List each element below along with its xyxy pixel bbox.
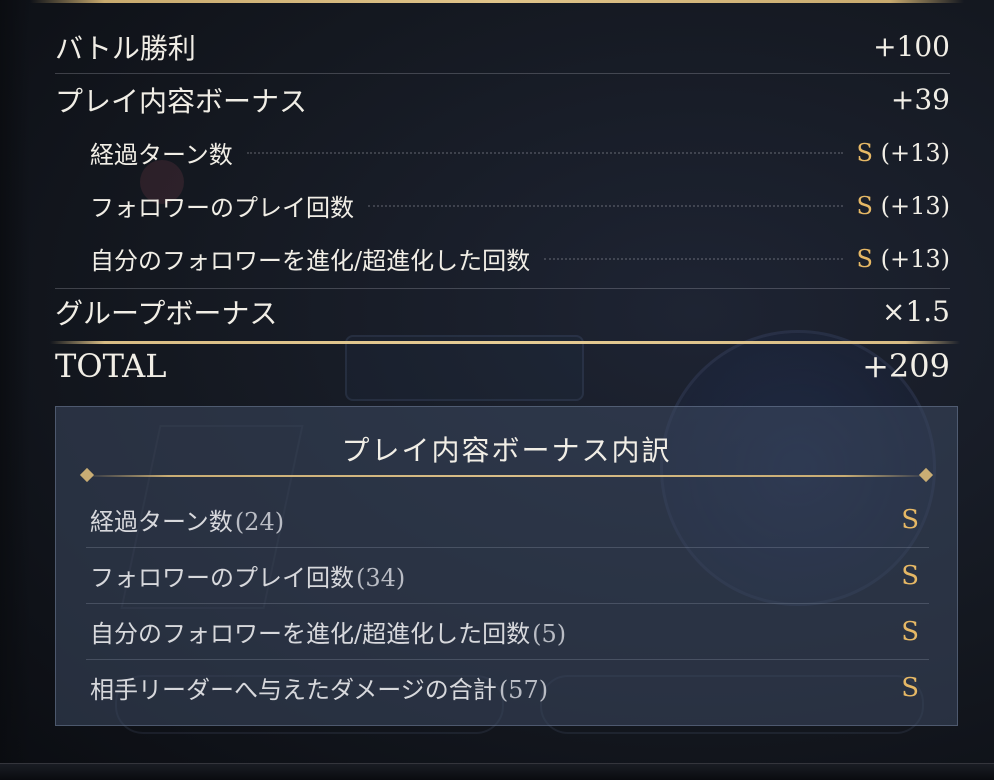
- play-bonus-breakdown-panel: プレイ内容ボーナス内訳 経過ターン数(24) S フォロワーのプレイ回数(34)…: [55, 406, 958, 726]
- panel-gold-rule: [84, 475, 929, 477]
- sub-item-row: 経過ターン数 S (+13): [55, 126, 950, 179]
- dotted-leader: [246, 151, 843, 154]
- sub-item-row: フォロワーのプレイ回数 S (+13): [55, 179, 950, 232]
- group-bonus-row: グループボーナス ×1.5: [55, 285, 950, 338]
- result-screen: バトル勝利 +100 プレイ内容ボーナス +39 経過ターン数 S (+13) …: [0, 0, 994, 780]
- sub-item-value: (+13): [880, 191, 950, 220]
- panel-title: プレイ内容ボーナス内訳: [341, 434, 672, 467]
- group-bonus-label: グループボーナス: [55, 296, 278, 330]
- battle-win-value: +100: [873, 30, 950, 63]
- row-divider: [55, 73, 950, 74]
- breakdown-list: 経過ターン数(24) S フォロワーのプレイ回数(34) S 自分のフォロワーを…: [86, 492, 929, 715]
- sub-item-value: (+13): [880, 138, 950, 167]
- breakdown-row: 相手リーダーへ与えたダメージの合計(57) S: [86, 660, 929, 715]
- play-bonus-row: プレイ内容ボーナス +39: [55, 73, 950, 126]
- breakdown-grade: S: [901, 672, 919, 703]
- sub-item-label: フォロワーのプレイ回数: [90, 194, 354, 222]
- play-bonus-value: +39: [890, 83, 950, 116]
- breakdown-label: フォロワーのプレイ回数: [90, 564, 354, 592]
- breakdown-count: (5): [532, 620, 567, 648]
- play-bonus-label: プレイ内容ボーナス: [55, 84, 308, 118]
- battle-win-label: バトル勝利: [55, 31, 196, 65]
- sub-item-grade: S: [856, 138, 873, 167]
- top-gold-rule: [30, 0, 964, 3]
- row-divider: [55, 288, 950, 289]
- dotted-leader: [544, 257, 843, 260]
- total-gold-rule: [50, 341, 960, 344]
- breakdown-label: 相手リーダーへ与えたダメージの合計: [90, 676, 497, 704]
- breakdown-label: 経過ターン数: [90, 508, 233, 536]
- total-row: TOTAL +209: [55, 338, 950, 394]
- breakdown-grade: S: [901, 560, 919, 591]
- sub-item-grade: S: [856, 244, 873, 273]
- breakdown-grade: S: [901, 616, 919, 647]
- rule-ornament-icon: [918, 467, 934, 483]
- breakdown-count: (24): [234, 508, 285, 536]
- sub-item-label: 自分のフォロワーを進化/超進化した回数: [90, 247, 531, 275]
- sub-item-value: (+13): [880, 244, 950, 273]
- group-bonus-value: ×1.5: [882, 295, 950, 328]
- breakdown-count: (57): [498, 676, 549, 704]
- battle-win-row: バトル勝利 +100: [55, 20, 950, 73]
- bottom-frame-rim: [0, 763, 994, 780]
- dotted-leader: [368, 204, 843, 207]
- breakdown-row: 自分のフォロワーを進化/超進化した回数(5) S: [86, 604, 929, 660]
- breakdown-label: 自分のフォロワーを進化/超進化した回数: [90, 620, 531, 648]
- total-label: TOTAL: [55, 347, 167, 385]
- total-value: +209: [862, 347, 950, 385]
- sub-item-grade: S: [856, 191, 873, 220]
- result-list: バトル勝利 +100 プレイ内容ボーナス +39 経過ターン数 S (+13) …: [55, 20, 950, 394]
- sub-item-label: 経過ターン数: [90, 141, 233, 169]
- rule-ornament-icon: [79, 467, 95, 483]
- breakdown-grade: S: [901, 504, 919, 535]
- breakdown-count: (34): [356, 564, 406, 592]
- breakdown-row: 経過ターン数(24) S: [86, 492, 929, 548]
- breakdown-row: フォロワーのプレイ回数(34) S: [86, 548, 929, 604]
- sub-item-row: 自分のフォロワーを進化/超進化した回数 S (+13): [55, 232, 950, 285]
